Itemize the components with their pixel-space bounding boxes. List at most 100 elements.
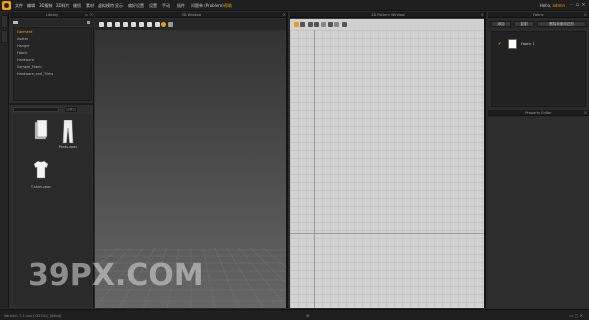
fold-tool-icon[interactable] <box>115 22 120 27</box>
tshirt-icon <box>33 160 49 179</box>
user-name: admin <box>552 3 565 8</box>
library-title: Library <box>45 13 59 17</box>
rectangle-tool-icon[interactable] <box>328 22 333 27</box>
library-header: Library ▫ × <box>10 12 94 18</box>
panel-close-icon[interactable]: × <box>584 13 587 17</box>
library-splitter[interactable] <box>10 103 94 105</box>
2d-window-title: 2D Pattern Window <box>371 13 405 17</box>
fabric-applied-icon: ✔ <box>498 41 502 46</box>
point-tool-icon[interactable] <box>308 22 313 27</box>
polygon-tool-icon[interactable] <box>321 22 326 27</box>
2d-toolbar <box>290 19 484 30</box>
book-icon <box>34 120 48 140</box>
panel-close-icon[interactable]: × <box>481 13 484 17</box>
status-window-controls[interactable]: ▭ ▢ ✕ <box>570 313 583 318</box>
fabric-button-row: 添加 复制 删除未使用过的 <box>488 20 589 28</box>
menu-item[interactable]: 文件 <box>15 3 23 9</box>
user-greeting[interactable]: Hello, admin <box>540 3 565 8</box>
tree-item[interactable]: Hardware <box>17 58 34 62</box>
status-version: Version: 7.1.xxx (r25301) [64bit] <box>4 314 62 318</box>
horizontal-axis <box>290 233 484 234</box>
menu-item[interactable]: 设置 <box>149 3 157 9</box>
minimize-icon[interactable]: – <box>569 2 574 8</box>
3d-toolbar <box>95 19 286 30</box>
delete-unused-button[interactable]: 删除未使用过的 <box>537 21 586 27</box>
circle-tool-icon[interactable] <box>334 22 339 27</box>
library-item-pants[interactable]: Pants.zpac <box>57 120 79 150</box>
library-tree: Garment Avatar Hanger Fabric Hardware Sample_… <box>13 27 92 101</box>
status-bar: Version: 7.1.xxx (r25301) [64bit] ⊕ ▭ ▢ … <box>0 309 589 320</box>
side-tab-strip <box>0 12 9 308</box>
pants-icon <box>62 120 74 144</box>
2d-pattern-window[interactable]: 2D Pattern Window × <box>290 12 486 308</box>
menu-item[interactable]: 2D样片 <box>56 3 70 9</box>
panel-close-icon[interactable]: × <box>283 13 286 17</box>
move-tool-icon[interactable] <box>107 22 112 27</box>
brush-tool-icon[interactable] <box>155 22 160 27</box>
panel-close-icon[interactable]: × <box>90 13 93 17</box>
3d-window-header: 3D Window × <box>95 12 286 18</box>
simulate-icon[interactable] <box>161 22 166 27</box>
add-folder-icon[interactable] <box>13 21 18 24</box>
fabric-header: Fabric × <box>488 12 589 18</box>
select-tool-icon[interactable] <box>99 22 104 27</box>
library-item-book[interactable] <box>30 120 52 150</box>
add-fabric-button[interactable]: 添加 <box>491 21 511 27</box>
view-mode-dropdown[interactable]: ▾ <box>65 107 77 112</box>
menu-item[interactable]: 显示 <box>115 3 123 9</box>
app-logo-icon <box>2 1 11 10</box>
fabric-name[interactable]: Fabric 1 <box>521 42 535 46</box>
menu-item[interactable]: 问题单 (Problem) <box>191 3 224 9</box>
copy-fabric-button[interactable]: 复制 <box>514 21 534 27</box>
library-search-input[interactable] <box>13 107 59 112</box>
maximize-icon[interactable]: ▫ <box>575 2 580 8</box>
curve-tool-icon[interactable] <box>314 22 319 27</box>
property-editor-panel: Property Editor × <box>488 110 589 308</box>
pin-tool-icon[interactable] <box>123 22 128 27</box>
refresh-icon[interactable] <box>87 21 90 24</box>
tack-tool-icon[interactable] <box>139 22 144 27</box>
tree-item[interactable]: Fabric <box>17 51 27 55</box>
watermark: 39PX.COM <box>28 258 204 293</box>
menu-item[interactable]: 偏好设置 <box>128 3 144 9</box>
property-editor-header: Property Editor × <box>488 110 589 116</box>
menu-item[interactable]: 3D服装 <box>39 3 53 9</box>
menu-bar: 文件 编辑 3D服装 2D样片 缝纫 素材 虚拟模特 显示 偏好设置 设置 手动 插件 问题单 (Pro… <box>0 0 589 11</box>
library-toolbar <box>10 19 94 26</box>
menu-item[interactable]: 编辑 <box>27 3 35 9</box>
3d-window-title: 3D Window <box>181 13 202 17</box>
menu-item[interactable]: 素材 <box>86 3 94 9</box>
menu-item[interactable]: 缝纫 <box>73 3 81 9</box>
close-icon[interactable]: × <box>581 2 586 8</box>
menu-item[interactable]: 手动 <box>162 3 170 9</box>
user-hello: Hello, <box>539 3 552 8</box>
tree-item[interactable]: Hardware_and_Trims <box>17 72 53 76</box>
side-tab-library[interactable] <box>1 15 8 28</box>
transform-pattern-icon[interactable] <box>294 22 299 27</box>
library-item-tshirt[interactable]: T-shirt.zpac <box>30 160 52 190</box>
measure-tool-icon[interactable] <box>131 22 136 27</box>
fabric-title: Fabric <box>533 13 544 17</box>
menu-item[interactable]: 帮助 <box>224 3 232 9</box>
avatar-tool-icon[interactable] <box>147 22 152 27</box>
property-editor-title: Property Editor <box>525 111 552 115</box>
property-editor-body <box>488 118 589 308</box>
float-icon[interactable]: ▫ <box>85 13 88 17</box>
tree-item[interactable]: Garment <box>17 30 32 34</box>
pattern-canvas[interactable] <box>290 30 484 308</box>
panel-close-icon[interactable]: × <box>584 111 587 115</box>
vertical-axis <box>314 30 315 308</box>
texture-tool-icon[interactable] <box>168 22 173 27</box>
menu-item[interactable]: 虚拟模特 <box>98 3 114 9</box>
status-center-icon[interactable]: ⊕ <box>306 313 309 318</box>
fabric-swatch[interactable] <box>508 39 517 49</box>
library-item-label: Pants.zpac <box>58 145 78 149</box>
side-tab-modular[interactable] <box>1 30 8 43</box>
internal-line-icon[interactable] <box>342 22 347 27</box>
library-item-label: T-shirt.zpac <box>30 185 52 189</box>
menu-item[interactable]: 插件 <box>177 3 185 9</box>
tree-item[interactable]: Hanger <box>17 44 30 48</box>
tree-item[interactable]: Avatar <box>17 37 28 41</box>
tree-item[interactable]: Sample_Fabric <box>17 65 42 69</box>
edit-pattern-icon[interactable] <box>300 22 305 27</box>
